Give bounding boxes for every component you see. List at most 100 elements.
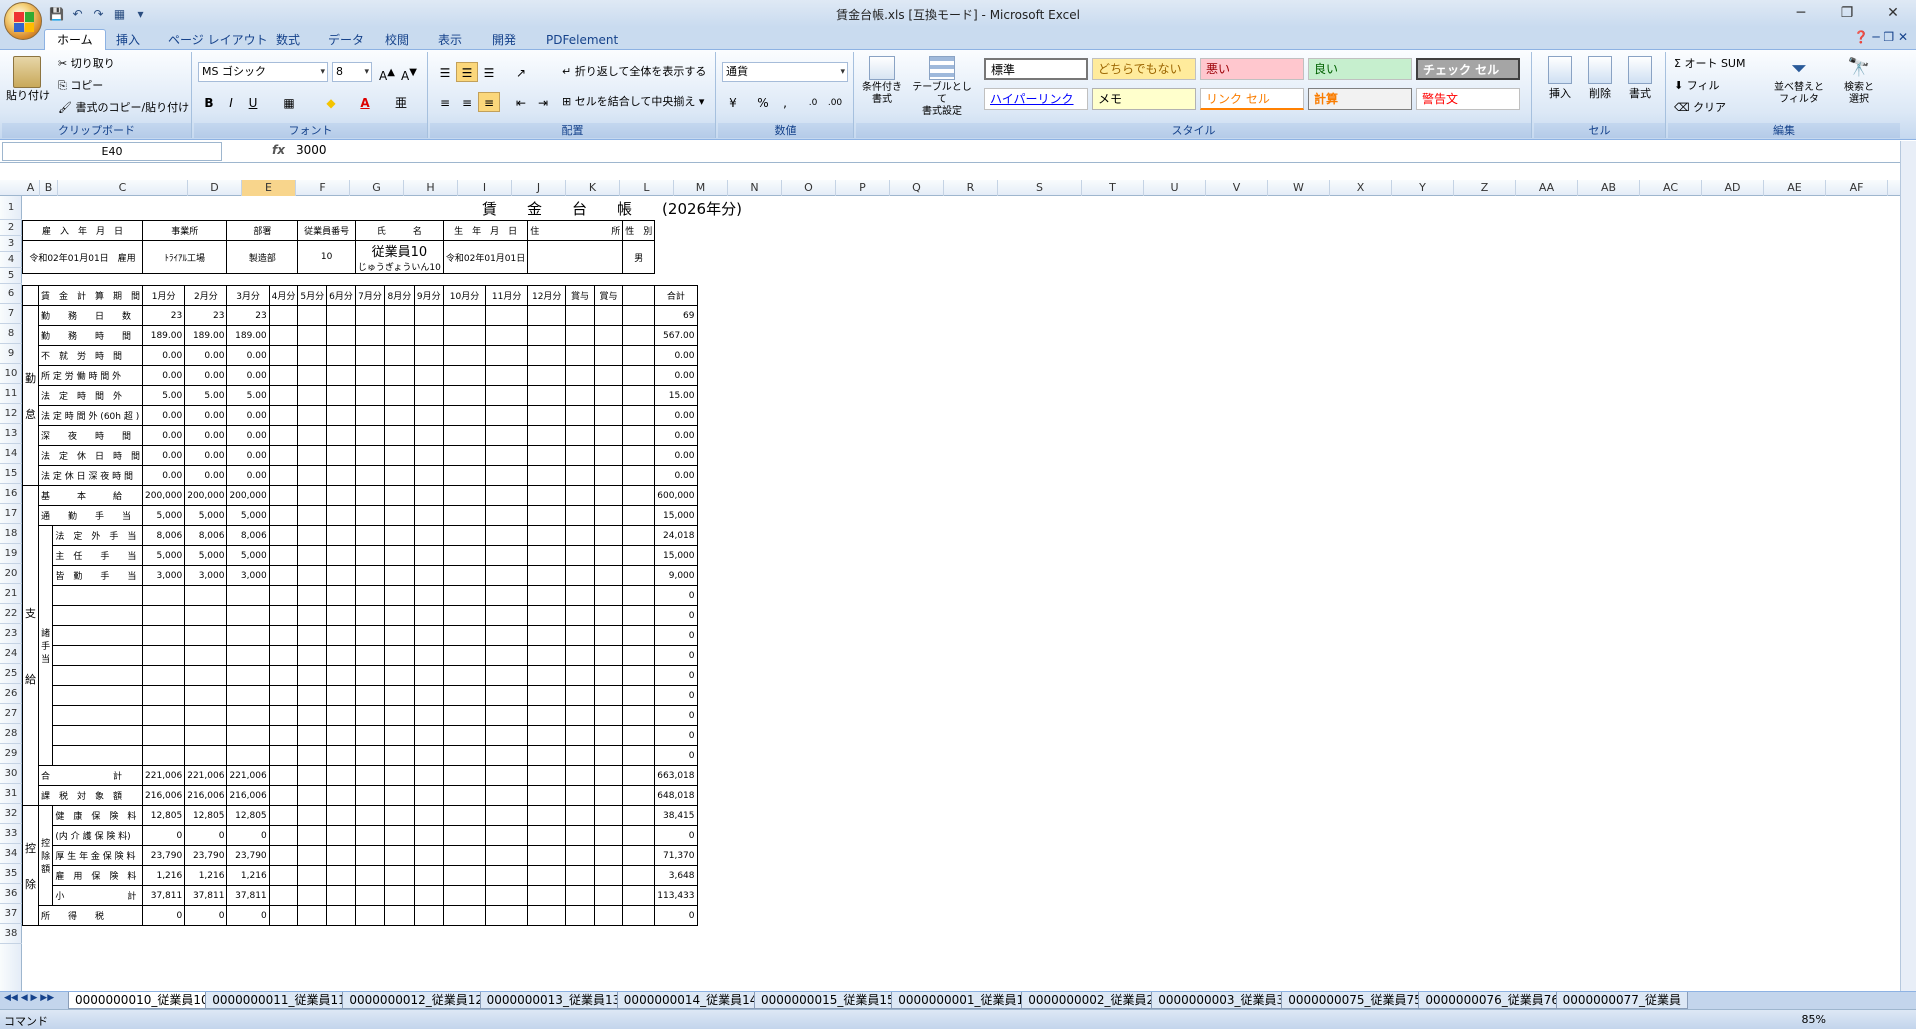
empty-cell[interactable] [354,305,386,326]
row-header[interactable]: 33 [0,824,22,844]
empty-cell[interactable] [297,585,328,606]
empty-cell[interactable] [485,725,529,746]
empty-cell[interactable] [565,385,595,406]
empty-cell[interactable] [413,825,444,846]
empty-cell[interactable] [442,465,487,486]
empty-cell[interactable] [413,745,444,766]
empty-cell[interactable] [485,865,529,886]
empty-cell[interactable] [268,605,299,626]
empty-cell[interactable] [527,365,567,386]
qat-dropdown-icon[interactable]: ▾ [132,6,149,23]
value-cell[interactable] [226,745,270,766]
empty-cell[interactable] [442,485,487,506]
underline-icon[interactable]: U [242,92,264,112]
row-header[interactable]: 4 [0,252,22,268]
empty-cell[interactable] [297,605,328,626]
empty-cell[interactable] [485,585,529,606]
insert-cells-button[interactable]: 挿入 [1542,56,1578,102]
empty-cell[interactable] [622,625,656,646]
empty-cell[interactable] [326,525,356,546]
empty-cell[interactable] [413,525,444,546]
empty-cell[interactable] [565,765,595,786]
month-header[interactable] [622,285,656,306]
empty-cell[interactable] [565,365,595,386]
empty-cell[interactable] [593,545,624,566]
empty-cell[interactable] [622,305,656,326]
empty-cell[interactable] [268,825,299,846]
empty-cell[interactable] [297,725,328,746]
value-cell[interactable] [142,725,186,746]
row-header[interactable]: 19 [0,544,22,564]
empty-cell[interactable] [593,525,624,546]
empty-cell[interactable] [354,845,386,866]
wrap-text-button[interactable]: ↵ 折り返して全体を表示する [562,64,706,80]
empty-cell[interactable] [297,545,328,566]
column-header[interactable]: S [998,180,1082,196]
value-cell[interactable] [184,725,228,746]
empty-cell[interactable] [622,445,656,466]
tab-formulas[interactable]: 数式 [274,30,302,50]
empty-cell[interactable] [326,765,356,786]
empty-cell[interactable] [527,345,567,366]
total-cell[interactable]: 0.00 [654,405,698,426]
empty-cell[interactable] [326,785,356,806]
row-label[interactable]: 勤 務 時 間 [37,325,144,346]
empty-cell[interactable] [384,785,415,806]
row-header[interactable]: 34 [0,844,22,864]
tab-home[interactable]: ホーム [44,29,106,51]
row-label[interactable] [52,605,144,626]
column-header[interactable]: AA [1516,180,1578,196]
month-header[interactable]: 9月分 [413,285,444,306]
value-cell[interactable]: 0.00 [142,445,186,466]
empty-cell[interactable] [442,905,487,926]
tab-review[interactable]: 校閲 [383,30,411,50]
month-header[interactable]: 合計 [654,285,698,306]
empty-cell[interactable] [384,485,415,506]
style-bad[interactable]: 悪い [1200,58,1304,80]
empty-cell[interactable] [593,585,624,606]
empty-cell[interactable] [326,645,356,666]
empty-cell[interactable] [593,385,624,406]
fx-icon[interactable]: fx [272,143,285,157]
empty-cell[interactable] [413,345,444,366]
value-cell[interactable]: 1,216 [184,865,228,886]
empty-cell[interactable] [593,785,624,806]
row-header[interactable]: 11 [0,384,22,404]
empty-cell[interactable] [413,625,444,646]
value-cell[interactable]: 23,790 [142,845,186,866]
format-painter-button[interactable]: 🖌 書式のコピー/貼り付け [58,100,189,116]
empty-cell[interactable] [413,305,444,326]
total-cell[interactable]: 0 [654,745,698,766]
value-cell[interactable]: 8,006 [184,525,228,546]
border-icon[interactable]: ▦ [278,92,300,112]
value-cell[interactable]: 216,006 [226,785,270,806]
empty-cell[interactable] [268,885,299,906]
empty-cell[interactable] [384,725,415,746]
total-cell[interactable]: 663,018 [654,765,698,786]
total-cell[interactable]: 0 [654,825,698,846]
empty-cell[interactable] [622,905,656,926]
empty-cell[interactable] [413,505,444,526]
empty-cell[interactable] [326,865,356,886]
column-header[interactable]: U [1144,180,1206,196]
value-cell[interactable]: 5,000 [142,545,186,566]
empty-cell[interactable] [622,405,656,426]
empty-cell[interactable] [527,625,567,646]
empty-cell[interactable] [354,465,386,486]
value-cell[interactable]: 221,006 [184,765,228,786]
value-cell[interactable]: 0.00 [142,405,186,426]
total-cell[interactable]: 0.00 [654,465,698,486]
value-cell[interactable] [184,665,228,686]
column-header[interactable]: I [458,180,512,196]
increase-decimal-icon[interactable]: .0 [802,92,824,112]
month-header[interactable]: 3月分 [226,285,270,306]
empty-cell[interactable] [268,345,299,366]
empty-cell[interactable] [565,305,595,326]
empty-cell[interactable] [413,905,444,926]
zoom-level[interactable]: 85% [1802,1013,1826,1026]
style-neutral[interactable]: どちらでもない [1092,58,1196,80]
row-label[interactable]: 所 定 労 働 時 間 外 [37,365,144,386]
month-header[interactable]: 12月分 [527,285,567,306]
empty-cell[interactable] [527,745,567,766]
empty-cell[interactable] [442,865,487,886]
